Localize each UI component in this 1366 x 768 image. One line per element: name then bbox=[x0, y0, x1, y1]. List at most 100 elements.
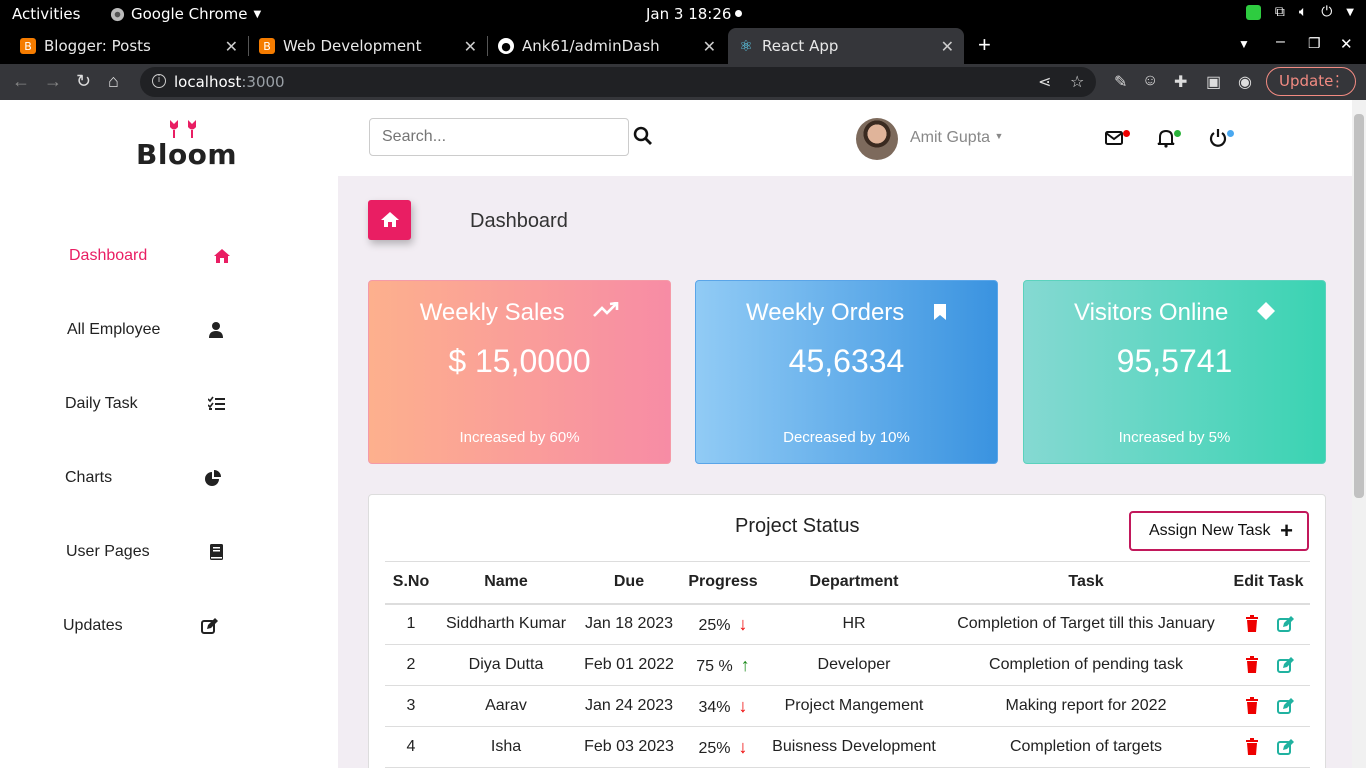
mail-badge bbox=[1123, 130, 1130, 137]
update-button[interactable]: Update ⋮ bbox=[1266, 67, 1356, 96]
notification-dot bbox=[735, 10, 742, 17]
forward-button[interactable]: → bbox=[44, 71, 62, 92]
page-title: Dashboard bbox=[470, 210, 568, 232]
trash-icon[interactable] bbox=[1243, 655, 1261, 674]
mail-icon[interactable] bbox=[1104, 127, 1126, 149]
sidebar-item-label: Daily Task bbox=[65, 395, 138, 412]
new-tab-button[interactable]: + bbox=[978, 32, 991, 58]
edit-icon[interactable] bbox=[1276, 615, 1295, 633]
blogger-icon: B bbox=[259, 38, 275, 54]
cell-task: Completion of pending task bbox=[945, 644, 1227, 686]
stat-card-visitors-online: Visitors Online 95,5741 Increased by 5% bbox=[1023, 280, 1326, 464]
clock[interactable]: Jan 3 18:26 bbox=[646, 5, 731, 23]
close-icon[interactable]: ✕ bbox=[225, 37, 238, 56]
close-icon[interactable]: ✕ bbox=[941, 37, 954, 56]
back-button[interactable]: ← bbox=[12, 71, 30, 92]
system-tray[interactable]: ⧉ 🔈︎ ⏻ ▼ bbox=[1245, 4, 1354, 20]
column-header: Task bbox=[945, 561, 1227, 605]
extension-face-icon[interactable]: ☺ bbox=[1142, 72, 1158, 90]
tab-label: Web Development bbox=[283, 37, 422, 55]
panel-title: Project Status bbox=[735, 515, 860, 537]
close-icon[interactable]: ✕ bbox=[464, 37, 477, 56]
tab-blogger-posts[interactable]: B Blogger: Posts ✕ bbox=[10, 28, 248, 64]
web-page: Bloom Dashboard All Employee Daily Task … bbox=[0, 100, 1352, 768]
sidebar-item-user-pages[interactable]: User Pages bbox=[66, 543, 223, 561]
sidebar-item-dashboard[interactable]: Dashboard bbox=[69, 247, 230, 265]
power-icon: ⏻ bbox=[1321, 4, 1333, 20]
trash-icon[interactable] bbox=[1243, 696, 1261, 715]
column-header: Name bbox=[437, 561, 575, 605]
star-icon[interactable]: ☆ bbox=[1070, 72, 1084, 91]
update-shield-icon bbox=[1245, 4, 1261, 20]
column-header: Edit Task bbox=[1227, 561, 1310, 605]
activities-button[interactable]: Activities bbox=[12, 5, 80, 23]
user-menu[interactable]: Amit Gupta ▼ bbox=[910, 129, 1003, 147]
search-icon[interactable] bbox=[633, 126, 653, 146]
assign-new-task-button[interactable]: Assign New Task + bbox=[1129, 511, 1309, 551]
main-content: Dashboard Weekly Sales $ 15,0000 Increas… bbox=[338, 176, 1352, 768]
cell-progress: 25% ↓ bbox=[683, 726, 763, 768]
kebab-menu-icon: ⋮ bbox=[1330, 72, 1345, 90]
arrow-up-icon: ↑ bbox=[740, 654, 750, 675]
edit-icon[interactable] bbox=[1276, 738, 1295, 756]
tab-search-icon[interactable]: ▼ bbox=[1238, 37, 1250, 51]
url-text: localhost:3000 bbox=[174, 73, 285, 91]
window-close-button[interactable]: ✕ bbox=[1340, 35, 1353, 53]
arrow-down-icon: ↓ bbox=[738, 613, 748, 634]
tab-label: React App bbox=[762, 37, 839, 55]
trending-up-icon bbox=[593, 301, 619, 317]
sidebar-item-all-employee[interactable]: All Employee bbox=[67, 321, 223, 339]
scrollbar-thumb[interactable] bbox=[1354, 114, 1364, 498]
brand-logo[interactable]: Bloom bbox=[136, 118, 237, 171]
avatar[interactable] bbox=[856, 118, 898, 160]
edit-icon[interactable] bbox=[1276, 656, 1295, 674]
cell-name: Diya Dutta bbox=[437, 644, 575, 686]
extension-pen-icon[interactable]: ✎ bbox=[1114, 72, 1127, 92]
puzzle-icon[interactable]: ✚ bbox=[1174, 72, 1187, 92]
tab-admindash[interactable]: ● Ank61/adminDash ✕ bbox=[488, 28, 726, 64]
cell-due: Jan 24 2023 bbox=[575, 685, 683, 727]
trash-icon[interactable] bbox=[1243, 615, 1261, 633]
tab-react-app[interactable]: ⚛ React App ✕ bbox=[728, 28, 964, 64]
sidebar-item-charts[interactable]: Charts bbox=[65, 469, 221, 487]
address-bar[interactable]: i localhost:3000 ⋖ ☆ bbox=[140, 67, 1096, 97]
sidebar-icon[interactable]: ▣ bbox=[1206, 72, 1221, 92]
cell-sno: 2 bbox=[385, 644, 437, 686]
info-icon[interactable]: i bbox=[152, 74, 166, 88]
sidebar-item-updates[interactable]: Updates bbox=[63, 617, 218, 635]
trash-icon[interactable] bbox=[1243, 737, 1261, 756]
edit-icon[interactable] bbox=[1276, 697, 1295, 715]
maximize-button[interactable]: ❐ bbox=[1308, 35, 1321, 52]
share-icon[interactable]: ⋖ bbox=[1038, 72, 1051, 91]
table-row: 3 Aarav Jan 24 2023 34% ↓ Project Mangement Ma… bbox=[385, 685, 1310, 727]
power-icon[interactable] bbox=[1208, 127, 1230, 149]
progress-value: 34% bbox=[698, 698, 731, 716]
cell-actions bbox=[1227, 603, 1310, 645]
column-header: Due bbox=[575, 561, 683, 605]
reload-button[interactable]: ↻ bbox=[76, 71, 91, 92]
column-header: Progress bbox=[683, 561, 763, 605]
tasks-icon bbox=[208, 396, 225, 410]
system-top-bar: Activities Google Chrome ▼ Jan 3 18:26 ⧉… bbox=[0, 0, 1366, 28]
blogger-icon: B bbox=[20, 38, 36, 54]
sidebar-item-daily-task[interactable]: Daily Task bbox=[65, 395, 225, 413]
cell-department: Project Mangement bbox=[763, 685, 945, 727]
app-menu[interactable]: Google Chrome ▼ bbox=[110, 5, 261, 23]
cell-sno: 1 bbox=[385, 603, 437, 645]
close-icon[interactable]: ✕ bbox=[703, 37, 716, 56]
cell-progress: 34% ↓ bbox=[683, 685, 763, 727]
cell-sno: 4 bbox=[385, 726, 437, 768]
search-input[interactable] bbox=[369, 118, 629, 156]
scrollbar[interactable] bbox=[1352, 100, 1366, 768]
profile-icon[interactable]: ◉ bbox=[1238, 72, 1252, 92]
arrow-down-icon: ↓ bbox=[738, 695, 748, 716]
tab-label: Ank61/adminDash bbox=[522, 37, 660, 55]
home-button[interactable]: ⌂ bbox=[108, 71, 119, 92]
tab-web-development[interactable]: B Web Development ✕ bbox=[249, 28, 487, 64]
progress-value: 25% bbox=[698, 739, 731, 757]
card-subtext: Increased by 60% bbox=[459, 429, 580, 446]
card-title: Weekly Sales bbox=[419, 299, 565, 326]
minimize-button[interactable]: – bbox=[1276, 33, 1285, 51]
sidebar-item-label: Updates bbox=[63, 617, 123, 634]
arrow-down-icon: ↓ bbox=[738, 736, 748, 757]
